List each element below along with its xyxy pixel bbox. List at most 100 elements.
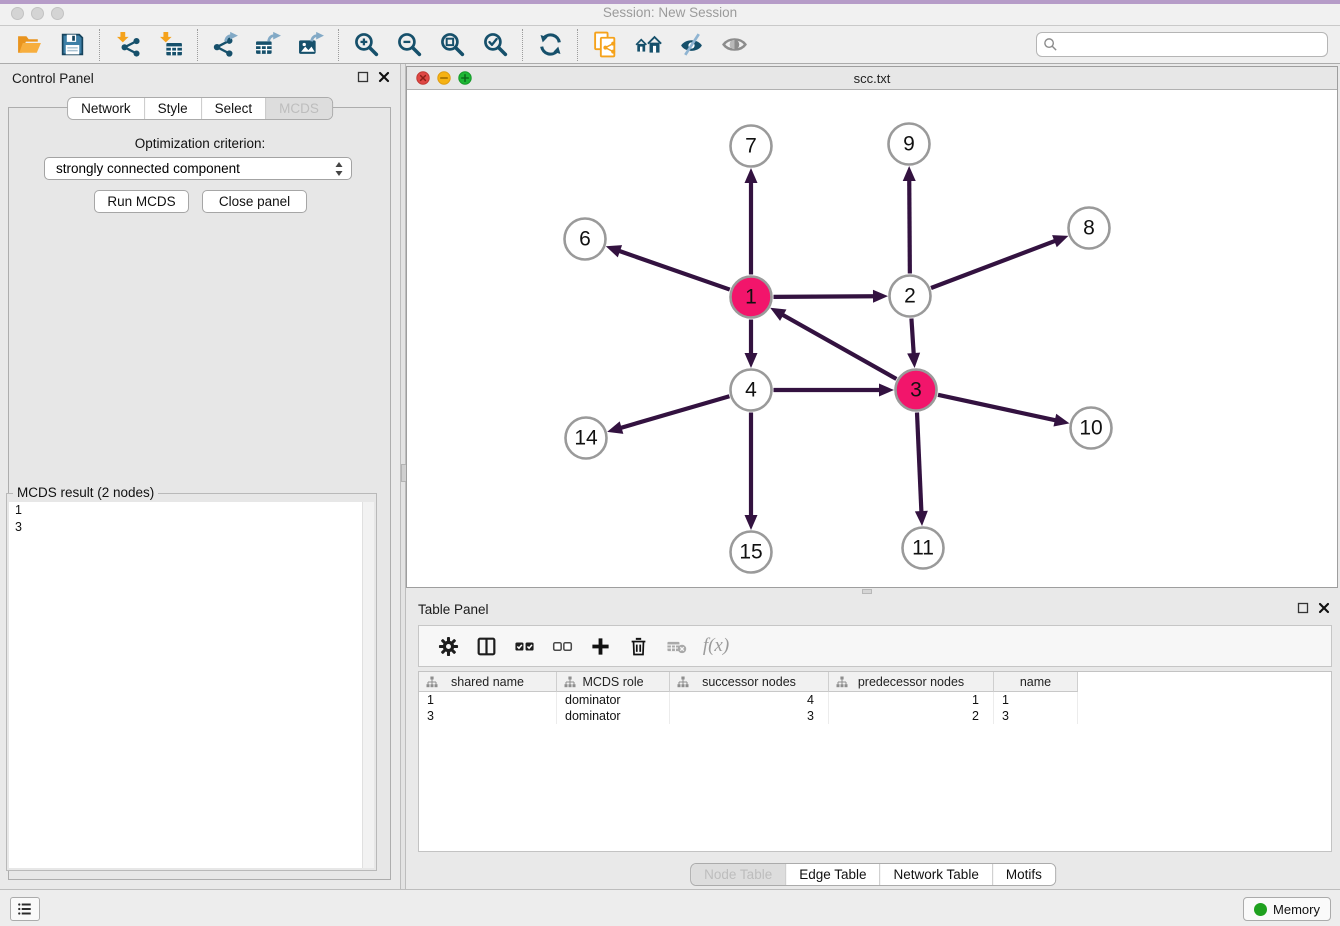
mcds-result-node: 1 [9,502,374,519]
refresh-button[interactable] [529,28,572,62]
import-table-button[interactable] [149,28,192,62]
edge-2-8[interactable] [931,235,1068,288]
close-table-panel-icon[interactable] [1318,602,1330,614]
column-header-successor-nodes[interactable]: successor nodes [670,672,829,692]
memory-button[interactable]: Memory [1243,897,1331,921]
tab-motifs[interactable]: Motifs [992,864,1055,885]
float-panel-icon[interactable] [357,71,369,83]
export-network-button[interactable] [204,28,247,62]
zoom-out-button[interactable] [388,28,431,62]
status-bar: Memory [0,889,1340,926]
node-label-3: 3 [910,379,922,402]
result-scrollbar[interactable] [362,502,374,868]
column-label: successor nodes [702,675,796,689]
deselect-all-button[interactable] [543,629,581,663]
node-table-header: shared name MCDS role successor nodes prede… [419,672,1078,692]
hide-annotations-button[interactable] [670,28,713,62]
cell-predecessor_nodes[interactable]: 2 [829,708,994,724]
network-view-window: scc.txt 7 9 6 8 1 2 4 3 14 10 15 11 [406,66,1338,588]
column-header-MCDS-role[interactable]: MCDS role [557,672,670,692]
node-9[interactable]: 9 [889,124,930,165]
node-3[interactable]: 3 [896,370,937,411]
add-button[interactable] [581,629,619,663]
select-all-button[interactable] [505,629,543,663]
import-network-button[interactable] [106,28,149,62]
toolbar-separator [338,29,340,61]
table-row[interactable]: 3dominator323 [419,708,1331,724]
cell-name[interactable]: 3 [994,708,1078,724]
home-button[interactable] [627,28,670,62]
save-button[interactable] [51,28,94,62]
gear-button[interactable] [429,629,467,663]
cell-successor_nodes[interactable]: 3 [670,708,829,724]
cell-shared_name[interactable]: 1 [419,692,557,708]
tab-mcds[interactable]: MCDS [265,98,332,119]
zoom-fit-button[interactable] [431,28,474,62]
cell-name[interactable]: 1 [994,692,1078,708]
open-folder-button[interactable] [8,28,51,62]
network-window-titlebar[interactable]: scc.txt [407,67,1337,90]
edge-1-2[interactable] [773,290,888,303]
hierarchy-icon [564,676,576,688]
cell-shared_name[interactable]: 3 [419,708,557,724]
node-10[interactable]: 10 [1071,408,1112,449]
node-1[interactable]: 1 [731,277,772,318]
toolbar-separator [197,29,199,61]
edge-3-11[interactable] [915,412,928,526]
node-7[interactable]: 7 [731,126,772,167]
cell-successor_nodes[interactable]: 4 [670,692,829,708]
column-header-name[interactable]: name [994,672,1078,692]
tab-edge-table[interactable]: Edge Table [785,864,879,885]
cell-mcds_role[interactable]: dominator [557,708,670,724]
edge-2-3[interactable] [907,318,920,368]
edge-1-4[interactable] [745,320,758,369]
horizontal-split-grip[interactable] [862,589,872,594]
node-label-2: 2 [904,285,916,308]
zoom-in-button[interactable] [345,28,388,62]
search-input[interactable] [1036,32,1328,57]
show-panels-button[interactable] [10,897,40,921]
node-15[interactable]: 15 [731,532,772,573]
float-table-panel-icon[interactable] [1297,602,1309,614]
mcds-result-node: 3 [9,519,374,536]
close-panel-icon[interactable] [378,71,390,83]
edge-2-9[interactable] [903,166,916,274]
export-image-button[interactable] [290,28,333,62]
column-label: shared name [451,675,524,689]
cell-predecessor_nodes[interactable]: 1 [829,692,994,708]
node-14[interactable]: 14 [566,418,607,459]
close-panel-button[interactable]: Close panel [202,190,307,213]
node-6[interactable]: 6 [565,219,606,260]
edge-4-14[interactable] [607,396,729,434]
cell-mcds_role[interactable]: dominator [557,692,670,708]
tab-network-table[interactable]: Network Table [880,864,992,885]
column-header-shared-name[interactable]: shared name [419,672,557,692]
zoom-selected-button[interactable] [474,28,517,62]
edge-1-7[interactable] [745,168,758,275]
trash-button[interactable] [619,629,657,663]
edge-4-3[interactable] [774,384,895,397]
columns-button[interactable] [467,629,505,663]
node-11[interactable]: 11 [903,528,944,569]
copy-network-button[interactable] [584,28,627,62]
tab-style[interactable]: Style [144,98,201,119]
node-4[interactable]: 4 [731,370,772,411]
criterion-dropdown[interactable]: strongly connected component [44,157,352,180]
node-2[interactable]: 2 [890,276,931,317]
mcds-result-list[interactable]: 13 [9,502,374,868]
tab-node-table[interactable]: Node Table [691,864,785,885]
node-8[interactable]: 8 [1069,208,1110,249]
tab-select[interactable]: Select [201,98,266,119]
edge-1-6[interactable] [606,245,730,290]
edge-4-15[interactable] [745,413,758,531]
edge-3-1[interactable] [770,308,896,379]
export-table-button[interactable] [247,28,290,62]
column-header-predecessor-nodes[interactable]: predecessor nodes [829,672,994,692]
tab-network[interactable]: Network [68,98,144,119]
network-graph-canvas[interactable]: 7 9 6 8 1 2 4 3 14 10 15 11 [407,90,1337,587]
edge-3-10[interactable] [938,395,1070,427]
table-row[interactable]: 1dominator411 [419,692,1331,708]
toolbar-separator [577,29,579,61]
show-graphics-eye-button[interactable] [713,28,756,62]
run-mcds-button[interactable]: Run MCDS [94,190,189,213]
